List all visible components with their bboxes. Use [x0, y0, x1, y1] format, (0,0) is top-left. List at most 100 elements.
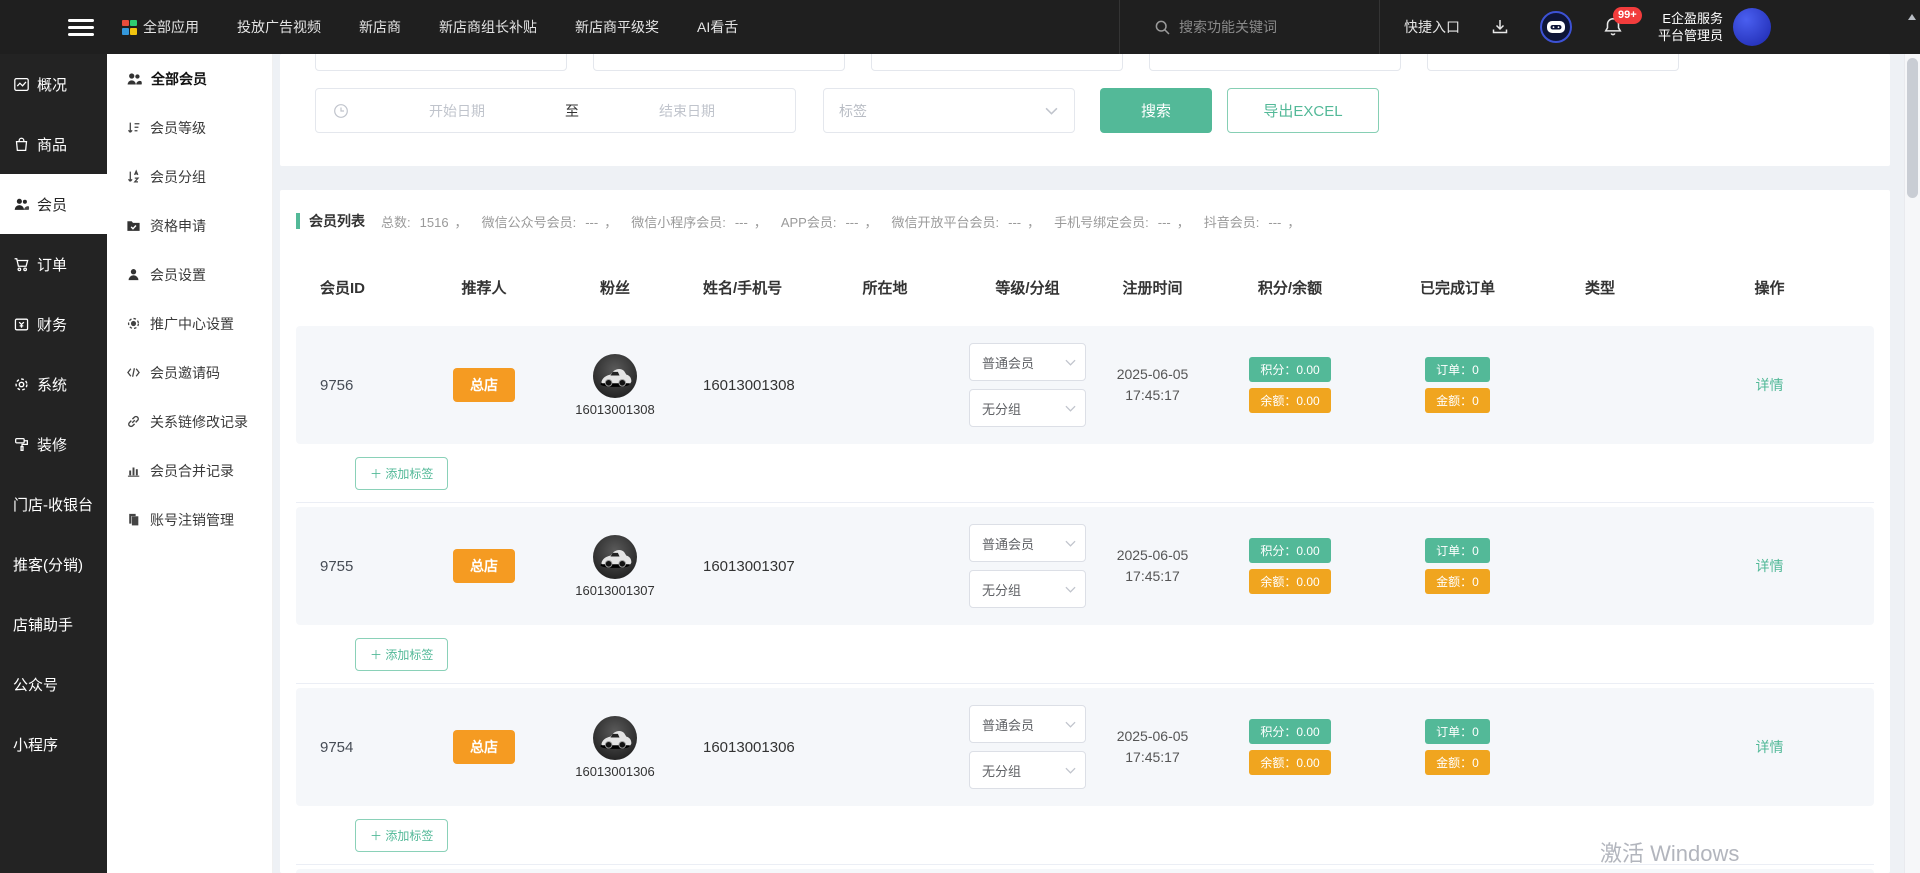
sidebar-item-pos[interactable]: 门店-收银台: [0, 474, 107, 534]
code-icon: [126, 365, 141, 380]
nav-leader-subsidy[interactable]: 新店商组长补贴: [439, 17, 537, 37]
nav-ai-tongue[interactable]: AI看舌: [697, 17, 738, 37]
chevron-down-icon: [1065, 721, 1076, 728]
account-name[interactable]: E企盈服务 平台管理员: [1658, 10, 1723, 44]
member-avatar[interactable]: [593, 354, 637, 398]
nav-all-apps[interactable]: 全部应用: [122, 17, 199, 37]
users-icon: [126, 71, 142, 87]
search-button[interactable]: 搜索: [1100, 88, 1212, 133]
fans-cell: 16013001306: [558, 716, 672, 779]
sidebar-item-finance[interactable]: 财务: [0, 294, 107, 354]
sidebar-item-members[interactable]: 会员: [0, 174, 107, 234]
level-select[interactable]: 普通会员: [969, 524, 1086, 562]
date-start-placeholder[interactable]: 开始日期: [349, 101, 565, 121]
detail-link[interactable]: 详情: [1756, 375, 1784, 395]
submenu-all-members[interactable]: 全部会员: [107, 54, 272, 103]
search-input[interactable]: [1179, 19, 1349, 35]
filter-input-1[interactable]: [315, 54, 567, 71]
scrollbar-track[interactable]: [1904, 54, 1920, 873]
submenu-merge-log[interactable]: 会员合并记录: [107, 446, 272, 495]
scrollbar[interactable]: [1904, 0, 1920, 873]
fans-cell: 16013001308: [558, 354, 672, 417]
chevron-down-icon: [1065, 359, 1076, 366]
filter-input-2[interactable]: [593, 54, 845, 71]
notification-bell-icon[interactable]: 99+: [1602, 16, 1624, 38]
fans-number: 16013001308: [575, 402, 655, 417]
sidebar-item-goods[interactable]: 商品: [0, 114, 107, 174]
submenu-member-levels[interactable]: 会员等级: [107, 103, 272, 152]
avatar[interactable]: [1733, 8, 1771, 46]
add-tag-button[interactable]: ＋ 添加标签: [355, 457, 448, 490]
member-block: 9754 总店 16013001306 16013001306 普通会员 无分组…: [296, 688, 1874, 865]
referrer-badge[interactable]: 总店: [453, 549, 515, 583]
tag-select[interactable]: 标签: [823, 88, 1075, 133]
shopping-bag-icon: [13, 136, 30, 153]
submenu-promotion-settings[interactable]: 推广中心设置: [107, 299, 272, 348]
sidebar-item-distribution[interactable]: 推客(分销): [0, 534, 107, 594]
filter-input-3[interactable]: [871, 54, 1123, 71]
filter-actions-row: 开始日期 至 结束日期 标签 搜索 导出EXCEL: [315, 88, 1379, 133]
stat-phone-bound: 手机号绑定会员:---，: [1054, 212, 1190, 231]
menu-toggle-icon[interactable]: [68, 19, 94, 36]
notification-badge: 99+: [1613, 7, 1642, 24]
points-badge: 积分：0.00: [1249, 719, 1330, 744]
submenu-account-cancellation[interactable]: 账号注销管理: [107, 495, 272, 544]
topbar-search[interactable]: [1119, 0, 1380, 54]
group-select[interactable]: 无分组: [969, 389, 1086, 427]
overview-icon: [13, 76, 30, 93]
download-icon[interactable]: [1490, 17, 1510, 37]
group-select[interactable]: 无分组: [969, 751, 1086, 789]
scroll-up-arrow-icon[interactable]: [1908, 14, 1916, 20]
level-select[interactable]: 普通会员: [969, 343, 1086, 381]
submenu-relation-log[interactable]: 关系链修改记录: [107, 397, 272, 446]
register-time-cell: 2025-06-0517:45:17: [1105, 545, 1200, 587]
submenu-qualification[interactable]: 资格申请: [107, 201, 272, 250]
detail-link[interactable]: 详情: [1756, 737, 1784, 757]
tag-row: ＋ 添加标签: [355, 819, 1874, 852]
filter-input-4[interactable]: [1149, 54, 1401, 71]
detail-link[interactable]: 详情: [1756, 556, 1784, 576]
member-avatar[interactable]: [593, 716, 637, 760]
members-icon: [13, 196, 30, 213]
sidebar-item-decoration[interactable]: 装修: [0, 414, 107, 474]
sidebar-item-system[interactable]: 系统: [0, 354, 107, 414]
link-icon: [126, 414, 141, 429]
referrer-badge[interactable]: 总店: [453, 368, 515, 402]
stat-open-platform: 微信开放平台会员:---，: [891, 212, 1040, 231]
filter-input-5[interactable]: [1427, 54, 1679, 71]
sidebar-item-overview[interactable]: 概况: [0, 54, 107, 114]
points-badge: 积分：0.00: [1249, 357, 1330, 382]
nav-peer-award[interactable]: 新店商平级奖: [575, 17, 659, 37]
ai-assistant-icon[interactable]: [1540, 11, 1572, 43]
sidebar-item-orders[interactable]: 订单: [0, 234, 107, 294]
export-excel-button[interactable]: 导出EXCEL: [1227, 88, 1379, 133]
sidebar-item-shop-assistant[interactable]: 店铺助手: [0, 594, 107, 654]
date-range-picker[interactable]: 开始日期 至 结束日期: [315, 88, 796, 133]
member-name: 16013001308: [672, 377, 820, 394]
date-end-placeholder[interactable]: 结束日期: [579, 101, 795, 121]
folder-check-icon: [126, 218, 141, 233]
submenu-member-groups[interactable]: 会员分组: [107, 152, 272, 201]
add-tag-button[interactable]: ＋ 添加标签: [355, 819, 448, 852]
sidebar-item-official-account[interactable]: 公众号: [0, 654, 107, 714]
member-block: 9756 总店 16013001308 16013001308 普通会员 无分组…: [296, 326, 1874, 503]
level-select[interactable]: 普通会员: [969, 705, 1086, 743]
amount-badge: 金额：0: [1425, 750, 1490, 775]
referrer-badge[interactable]: 总店: [453, 730, 515, 764]
group-select[interactable]: 无分组: [969, 570, 1086, 608]
quick-entry-link[interactable]: 快捷入口: [1404, 17, 1460, 37]
member-avatar[interactable]: [593, 535, 637, 579]
submenu-member-settings[interactable]: 会员设置: [107, 250, 272, 299]
sidebar-item-mini-program[interactable]: 小程序: [0, 714, 107, 774]
amount-badge: 金额：0: [1425, 569, 1490, 594]
member-id: 9756: [296, 377, 410, 394]
scrollbar-thumb[interactable]: [1907, 58, 1918, 198]
title-accent-bar: [296, 213, 300, 229]
user-icon: [126, 267, 141, 282]
member-block: 9755 总店 16013001307 16013001307 普通会员 无分组…: [296, 507, 1874, 684]
submenu-invite-code[interactable]: 会员邀请码: [107, 348, 272, 397]
nav-ad-video[interactable]: 投放广告视频: [237, 17, 321, 37]
nav-new-shop[interactable]: 新店商: [359, 17, 401, 37]
member-id: 9754: [296, 739, 410, 756]
add-tag-button[interactable]: ＋ 添加标签: [355, 638, 448, 671]
